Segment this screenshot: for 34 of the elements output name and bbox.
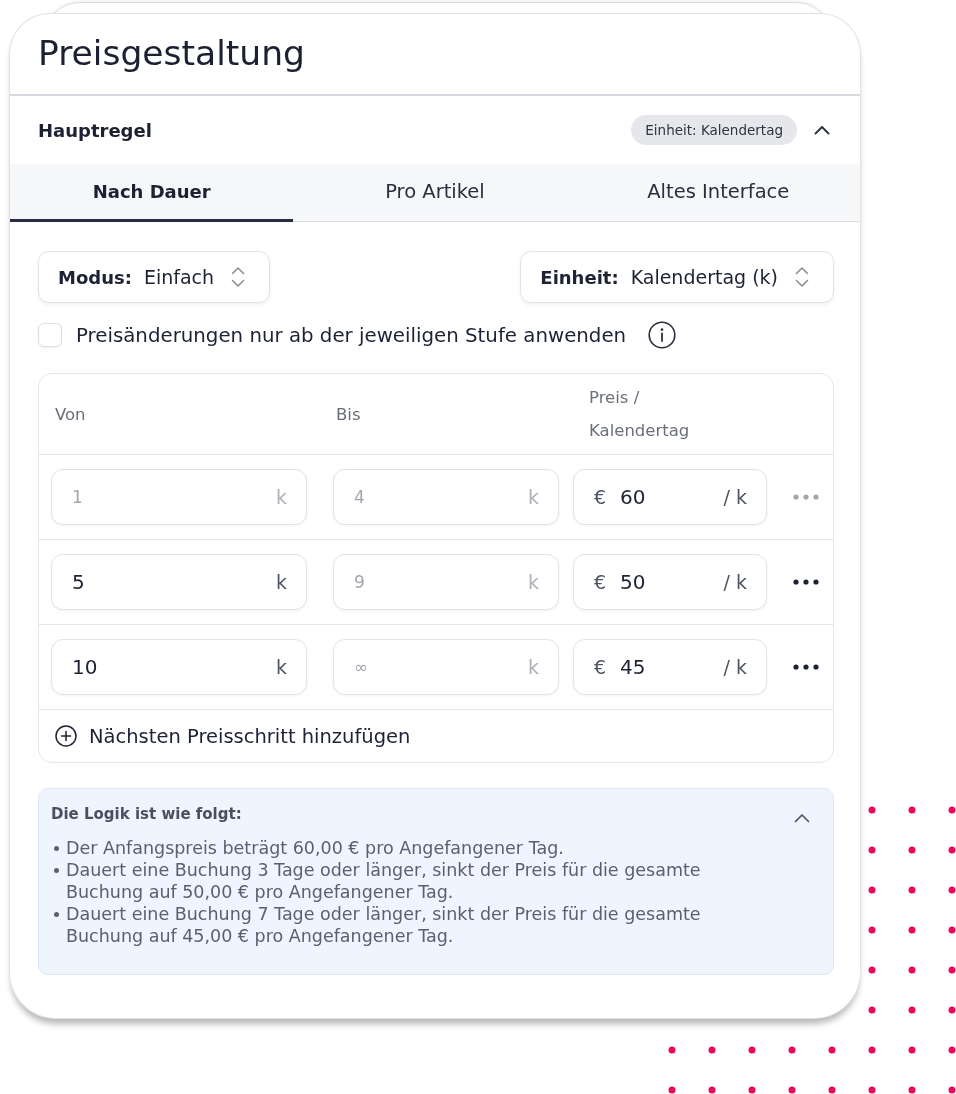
bullet-icon — [54, 868, 59, 873]
list-item-text: Der Anfangspreis beträgt 60,00 € pro Angefangener Tag. — [66, 837, 564, 859]
price-field[interactable]: € 60 / k — [573, 469, 767, 525]
list-item-text: Dauert eine Buchung 7 Tage oder länger, sinkt der Preis für die gesamte Buchung auf 45,00 € pro Angefangener Tag. — [66, 903, 702, 947]
list-item-text: Dauert eine Buchung 3 Tage oder länger, sinkt der Preis für die gesamte Buchung auf 50,00 € pro Angefangener Tag. — [66, 859, 702, 903]
ellipsis-menu-icon[interactable] — [793, 579, 819, 585]
tab[interactable]: Pro Artikel — [293, 164, 577, 222]
updown-chevron-icon — [231, 265, 246, 289]
bullet-icon — [54, 846, 59, 851]
info-icon[interactable] — [648, 321, 677, 349]
column-header: Bis — [336, 403, 361, 426]
checkbox[interactable] — [38, 323, 62, 347]
add-step-button[interactable]: Nächsten Preisschritt hinzufügen — [39, 710, 411, 762]
info-panel-title: Die Logik ist wie folgt: — [51, 805, 242, 823]
tab[interactable]: Nach Dauer — [10, 164, 294, 222]
select-dropdown[interactable]: Einheit: Kalendertag (k) — [520, 251, 834, 303]
bullet-icon — [54, 912, 59, 917]
chevron-up-icon[interactable] — [814, 125, 830, 135]
price-field[interactable]: € 45 / k — [573, 639, 767, 695]
column-header: Von — [55, 403, 86, 426]
updown-chevron-icon — [795, 265, 809, 289]
price-field[interactable]: € 50 / k — [573, 554, 767, 610]
section-title: Hauptregel — [38, 119, 152, 141]
column-header: Preis / Kalendertag — [589, 387, 691, 442]
unit-badge: Einheit: Kalendertag — [631, 115, 797, 145]
ellipsis-menu-icon[interactable] — [793, 664, 819, 670]
select-dropdown[interactable]: Modus: Einfach — [38, 251, 271, 303]
chevron-up-icon[interactable] — [794, 812, 810, 823]
input-field[interactable]: 5 k — [51, 554, 307, 610]
plus-circle-icon — [55, 725, 77, 747]
input-field[interactable]: 10 k — [51, 639, 307, 695]
tab[interactable]: Altes Interface — [576, 164, 860, 222]
page-title: Preisgestaltung — [38, 33, 305, 75]
checkbox-label: Preisänderungen nur ab der jeweiligen Stufe anwenden — [76, 323, 627, 347]
